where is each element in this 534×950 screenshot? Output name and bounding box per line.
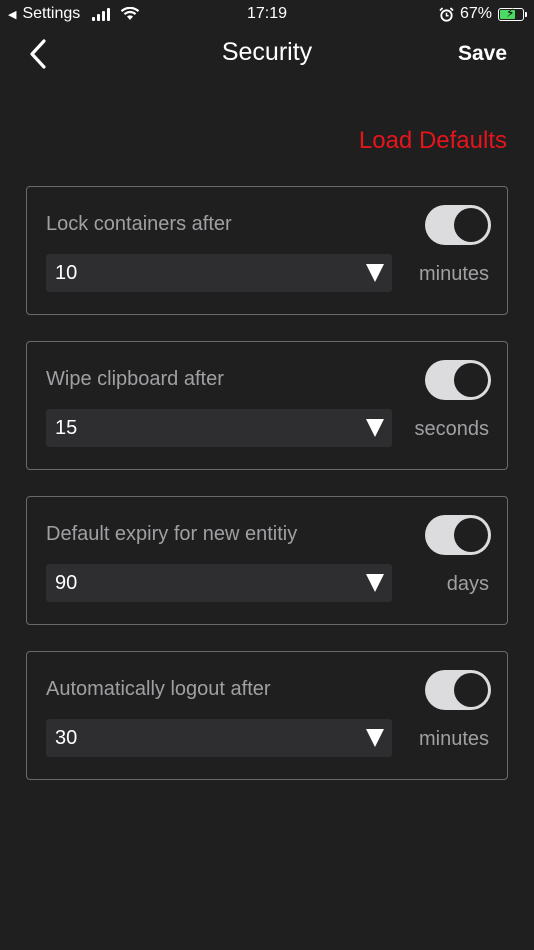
setting-label: Default expiry for new entitiy [46,523,298,545]
unit-label: minutes [418,263,489,285]
auto-logout-select[interactable]: 30 [46,719,392,757]
dropdown-arrow-icon [366,729,384,747]
toggle-knob [454,673,488,707]
select-value: 15 [55,417,78,439]
toggle-knob [454,363,488,397]
battery-icon: ⚡ [498,5,527,21]
navigation-bar: Security Save [0,28,534,80]
setting-card-auto-logout: Automatically logout after 30 minutes [26,651,508,780]
battery-percent: 67% [459,5,492,22]
page-title: Security [221,38,313,66]
setting-card-default-expiry: Default expiry for new entitiy 90 days [26,496,508,625]
select-value: 90 [55,572,78,594]
toggle-knob [454,518,488,552]
setting-card-lock-containers: Lock containers after 10 minutes [26,186,508,315]
lock-containers-toggle[interactable] [425,205,491,245]
select-value: 10 [55,262,78,284]
alarm-clock-icon [439,6,454,22]
save-button[interactable]: Save [458,42,507,66]
dropdown-arrow-icon [366,264,384,282]
unit-label: minutes [418,728,489,750]
dropdown-arrow-icon [366,419,384,437]
unit-label: seconds [414,418,490,440]
charging-bolt-icon: ⚡ [506,5,515,20]
unit-label: days [446,573,489,595]
select-value: 30 [55,727,78,749]
dropdown-arrow-icon [366,574,384,592]
wipe-clipboard-toggle[interactable] [425,360,491,400]
default-expiry-toggle[interactable] [425,515,491,555]
status-bar: ◀ Settings 17:19 67% ⚡ [0,0,534,28]
default-expiry-select[interactable]: 90 [46,564,392,602]
setting-card-wipe-clipboard: Wipe clipboard after 15 seconds [26,341,508,470]
setting-label: Wipe clipboard after [46,368,224,390]
lock-containers-select[interactable]: 10 [46,254,392,292]
load-defaults-button[interactable]: Load Defaults [359,127,507,155]
wipe-clipboard-select[interactable]: 15 [46,409,392,447]
auto-logout-toggle[interactable] [425,670,491,710]
setting-label: Lock containers after [46,213,232,235]
toggle-knob [454,208,488,242]
status-right: 67% ⚡ [439,5,527,23]
setting-label: Automatically logout after [46,678,271,700]
